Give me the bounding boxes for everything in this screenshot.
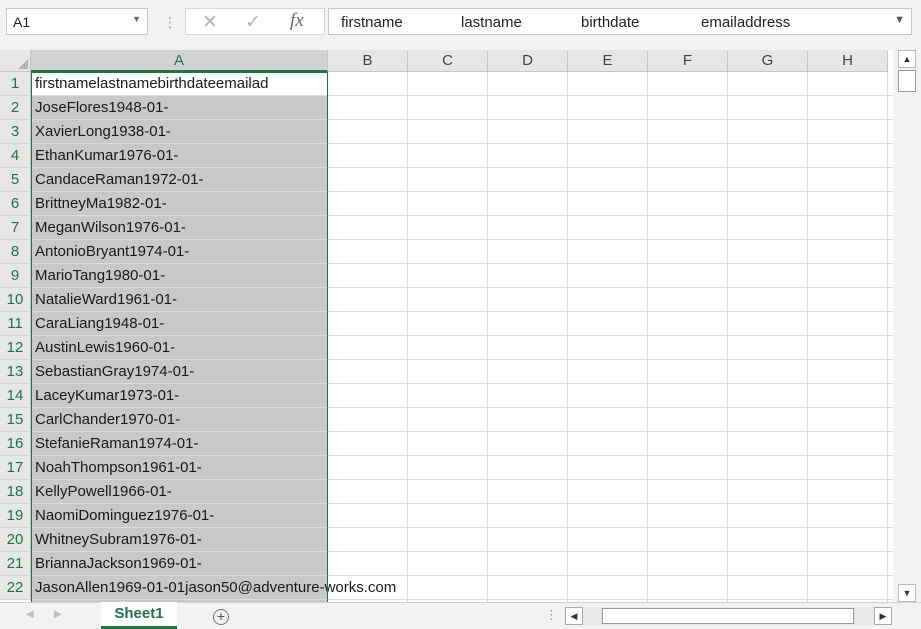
expand-formula-bar-icon[interactable]: ▼ [894,14,905,26]
column-header-g[interactable]: G [728,50,808,72]
row-header[interactable]: 15 [0,408,31,432]
row-header[interactable]: 17 [0,456,31,480]
gridline-vertical [487,72,488,602]
column-header-e[interactable]: E [568,50,648,72]
row-header[interactable]: 3 [0,120,31,144]
gridline-vertical [647,72,648,602]
enter-icon[interactable]: ✓ [245,11,261,34]
gridline-vertical [407,72,408,602]
row-header[interactable]: 14 [0,384,31,408]
horizontal-scroll-track[interactable] [583,607,874,625]
column-header-h[interactable]: H [808,50,888,72]
row-header[interactable]: 11 [0,312,31,336]
scroll-down-icon[interactable]: ▼ [898,584,916,602]
column-header-b[interactable]: B [328,50,408,72]
scroll-right-icon[interactable]: ▶ [874,607,892,625]
add-sheet-icon[interactable]: + [213,609,229,625]
column-header-a[interactable]: A [31,50,328,72]
gridline-vertical [887,72,888,602]
column-header-c[interactable]: C [408,50,488,72]
scroll-up-icon[interactable]: ▲ [898,50,916,68]
vertical-scrollbar[interactable]: ▲ ▼ [894,50,921,602]
row-header[interactable]: 16 [0,432,31,456]
scroll-left-icon[interactable]: ◀ [565,607,583,625]
drag-handle-icon[interactable]: ⋮ [545,607,558,623]
formula-buttons: ✕ ✓ fx [185,8,325,35]
row-header[interactable]: 8 [0,240,31,264]
gridline-vertical [567,72,568,602]
cancel-icon[interactable]: ✕ [202,11,218,34]
row-header[interactable]: 5 [0,168,31,192]
column-header-f[interactable]: F [648,50,728,72]
row-header[interactable]: 22 [0,576,31,600]
horizontal-scrollbar[interactable]: ◀ ▶ [565,607,892,627]
sheet-tab-sheet1[interactable]: Sheet1 [101,602,177,629]
previous-sheet-icon[interactable]: ◀ [26,609,34,620]
row-header[interactable]: 2 [0,96,31,120]
next-sheet-icon[interactable]: ▶ [54,609,62,620]
name-box-value: A1 [13,14,31,30]
row-header[interactable]: 1 [0,72,31,96]
formula-text-part: birthdate [581,14,640,31]
row-header[interactable]: 7 [0,216,31,240]
drag-handle-icon[interactable]: ⋮ [163,12,177,32]
select-all-button[interactable] [0,50,31,72]
formula-input[interactable]: firstname lastname birthdate emailaddres… [328,8,912,35]
formula-bar: A1 ▼ ⋮ ✕ ✓ fx firstname lastname birthda… [0,0,921,46]
sheet-tab-bar: ◀ ▶ Sheet1 + ⋮ ◀ ▶ [0,602,921,629]
insert-function-icon[interactable]: fx [290,10,304,32]
name-box[interactable]: A1 ▼ [6,8,148,35]
formula-text-part: firstname [341,14,403,31]
selection-border [31,72,328,602]
row-header[interactable]: 21 [0,552,31,576]
row-header[interactable]: 18 [0,480,31,504]
formula-text-part: lastname [461,14,522,31]
row-header[interactable]: 4 [0,144,31,168]
worksheet-grid[interactable]: ABCDEFGH 1 2 3 4 5 6 7 8 9 10 11 12 13 14 15 16 17 18 19 20… [0,50,893,602]
column-header-d[interactable]: D [488,50,568,72]
formula-text-part: emailaddress [701,14,791,31]
gridline-vertical [727,72,728,602]
row-header[interactable]: 6 [0,192,31,216]
row-header[interactable]: 19 [0,504,31,528]
horizontal-scroll-thumb[interactable] [602,608,854,624]
row-header[interactable]: 9 [0,264,31,288]
gridline-vertical [807,72,808,602]
row-header[interactable]: 12 [0,336,31,360]
vertical-scroll-thumb[interactable] [898,70,916,92]
row-header[interactable]: 10 [0,288,31,312]
chevron-down-icon[interactable]: ▼ [132,14,141,24]
row-header[interactable]: 20 [0,528,31,552]
row-header[interactable]: 13 [0,360,31,384]
